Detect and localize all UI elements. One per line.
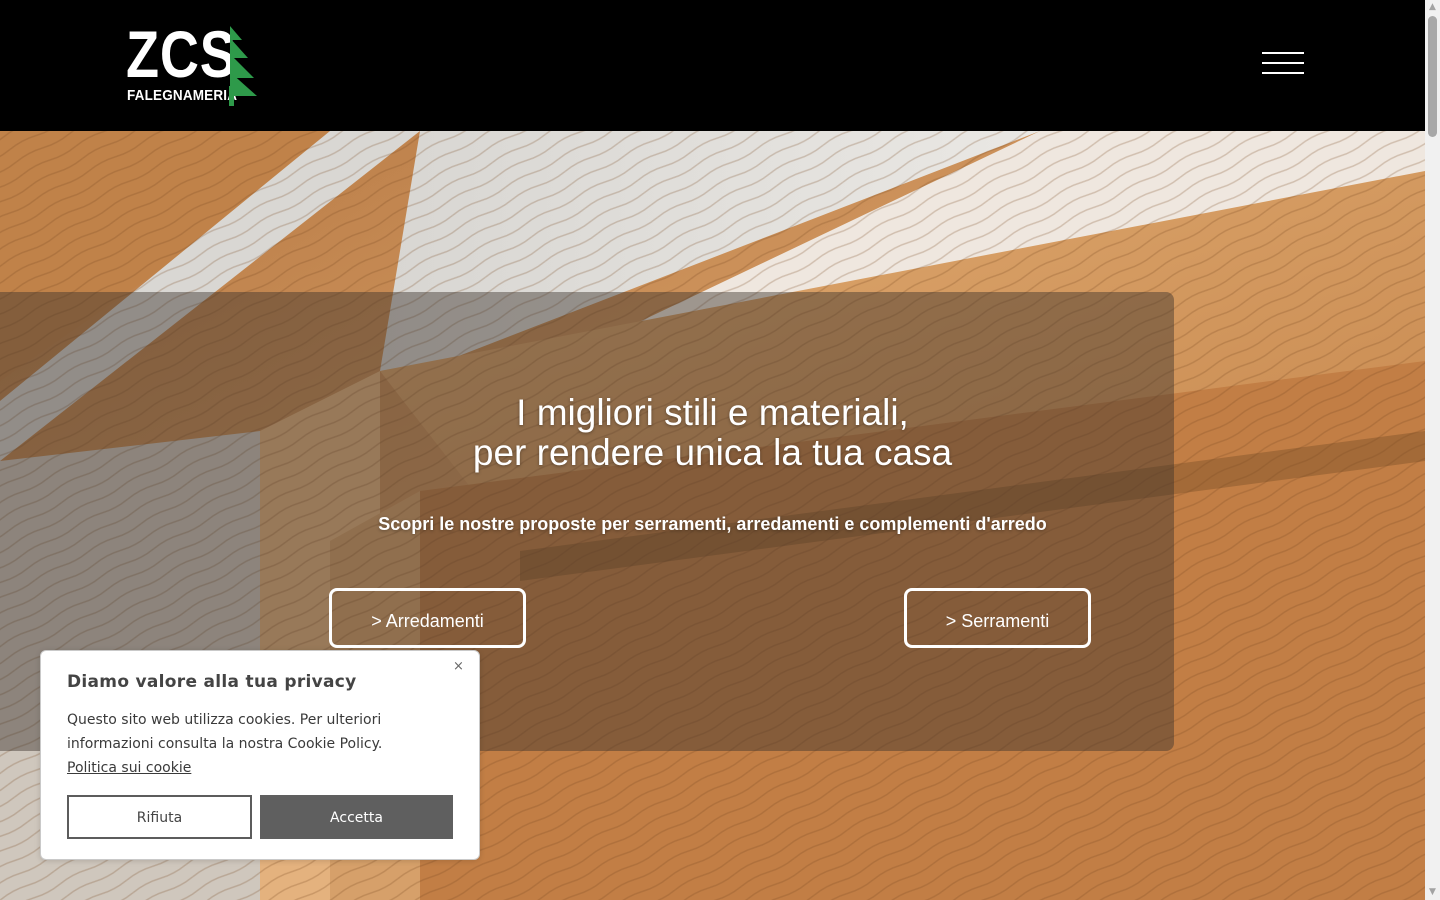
logo-subtitle: FALEGNAMERIA	[127, 87, 238, 104]
scrollbar-thumb[interactable]	[1428, 16, 1437, 137]
arredamenti-button[interactable]: > Arredamenti	[329, 588, 526, 648]
reject-cookies-button[interactable]: Rifiuta	[67, 795, 252, 839]
cookie-banner: Diamo valore alla tua privacy × Questo s…	[40, 650, 480, 860]
menu-line	[1262, 52, 1304, 54]
cookie-banner-text: Questo sito web utilizza cookies. Per ul…	[67, 708, 397, 780]
cookie-banner-title: Diamo valore alla tua privacy	[67, 672, 357, 692]
menu-line	[1262, 72, 1304, 74]
hamburger-menu-icon[interactable]	[1262, 50, 1304, 78]
close-icon[interactable]: ×	[453, 659, 464, 674]
serramenti-button[interactable]: > Serramenti	[904, 588, 1091, 648]
site-header: ZCS FALEGNAMERIA	[0, 0, 1425, 131]
logo-mark: ZCS	[126, 17, 237, 91]
tree-icon	[229, 26, 257, 106]
hero-title: I migliori stili e materiali, per render…	[0, 393, 1425, 473]
scroll-down-icon[interactable]: ▼	[1425, 885, 1440, 900]
zcs-logo[interactable]: ZCS FALEGNAMERIA	[126, 17, 258, 106]
accept-cookies-button[interactable]: Accetta	[260, 795, 453, 839]
hero-title-line2: per rendere unica la tua casa	[472, 432, 953, 473]
menu-line	[1262, 62, 1304, 64]
page-scrollbar[interactable]: ▲ ▼	[1425, 0, 1440, 900]
cookie-description: Questo sito web utilizza cookies. Per ul…	[67, 712, 383, 752]
hero-subtitle: Scopri le nostre proposte per serramenti…	[378, 514, 1047, 534]
cookie-policy-link[interactable]: Politica sui cookie	[67, 760, 191, 776]
scroll-up-icon[interactable]: ▲	[1425, 0, 1440, 15]
hero-title-line1: I migliori stili e materiali,	[516, 392, 909, 433]
